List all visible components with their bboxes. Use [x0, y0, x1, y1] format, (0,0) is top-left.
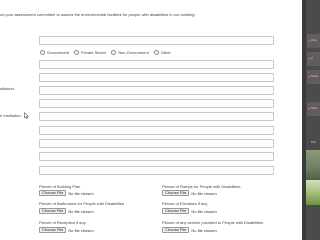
text-input-8[interactable]	[39, 139, 274, 148]
file-input-ramps[interactable]: Choose File No file chosen	[162, 190, 217, 196]
radio-label: Non-Government	[118, 49, 149, 55]
upload-label-building-plan: Picture of Building Plan	[39, 184, 81, 189]
radio-circle[interactable]	[111, 49, 117, 55]
file-input-building-plan[interactable]: Choose File No file chosen	[39, 190, 94, 196]
side-panel-photo[interactable]	[306, 150, 320, 180]
file-status: No file chosen	[68, 208, 94, 214]
file-input-bathrooms[interactable]: Choose File No file chosen	[39, 208, 94, 214]
radio-option-private-sector[interactable]: Private Sector	[74, 49, 107, 55]
status-dot	[308, 58, 310, 60]
text-input-1[interactable]	[39, 36, 274, 45]
choose-file-button[interactable]: Choose File	[162, 190, 190, 196]
text-input-5[interactable]	[39, 99, 274, 108]
side-panel-item-label: Z	[311, 56, 313, 60]
side-panel-photo-2[interactable]	[306, 180, 320, 205]
file-status: No file chosen	[68, 227, 94, 233]
side-panel-caption: Pho	[311, 140, 317, 144]
mouse-cursor-icon	[24, 112, 29, 119]
upload-label-services: Picture of any service provided to Peopl…	[162, 220, 264, 225]
radio-label: Other	[160, 49, 171, 55]
sector-radio-group: Government Private Sector Non-Government…	[40, 49, 176, 55]
text-input-10[interactable]	[39, 166, 274, 175]
file-status: No file chosen	[191, 208, 217, 214]
text-input-2[interactable]	[39, 60, 274, 69]
side-panel-item-label: Zino	[311, 38, 317, 42]
choose-file-button[interactable]: Choose File	[39, 208, 67, 214]
status-dot	[308, 76, 310, 78]
form-page: nd your assessment committee to assess t…	[0, 0, 302, 240]
intro-text: nd your assessment committee to assess t…	[0, 12, 196, 17]
upload-label-ramps: Picture of Ramps for People with Disabil…	[162, 184, 241, 189]
side-panel-item-label: Sobl	[311, 106, 318, 110]
upload-label-reception: Picture of Reception if any	[39, 220, 86, 225]
status-dot	[308, 40, 310, 42]
radio-option-government[interactable]: Government	[40, 49, 70, 55]
file-status: No file chosen	[191, 227, 217, 233]
radio-circle[interactable]	[153, 49, 159, 55]
text-input-9[interactable]	[39, 152, 274, 161]
choose-file-button[interactable]: Choose File	[39, 227, 67, 233]
file-input-elevators[interactable]: Choose File No file chosen	[162, 208, 217, 214]
file-input-reception[interactable]: Choose File No file chosen	[39, 227, 94, 233]
status-dot	[308, 108, 310, 110]
choose-file-button[interactable]: Choose File	[39, 190, 67, 196]
radio-label: Government	[47, 49, 70, 55]
choose-file-button[interactable]: Choose File	[162, 227, 190, 233]
text-input-6[interactable]	[39, 112, 274, 121]
radio-label: Private Sector	[81, 49, 107, 55]
institution-label: stitution:	[0, 86, 15, 91]
file-status: No file chosen	[191, 190, 217, 196]
file-input-services[interactable]: Choose File No file chosen	[162, 227, 217, 233]
text-input-4[interactable]	[39, 86, 274, 95]
side-panel-item-label: Mello	[311, 74, 319, 78]
file-status: No file chosen	[68, 190, 94, 196]
radio-circle[interactable]	[74, 49, 80, 55]
institution-label-2: e Institution:	[0, 113, 22, 118]
text-input-3[interactable]	[39, 73, 274, 82]
text-input-7[interactable]	[39, 126, 274, 135]
choose-file-button[interactable]: Choose File	[162, 208, 190, 214]
upload-label-elevators: Picture of Elevators if any	[162, 201, 208, 206]
upload-label-bathrooms: Picture of Bathrooms for People with Dis…	[39, 201, 125, 206]
radio-option-non-government[interactable]: Non-Government	[111, 49, 149, 55]
radio-circle[interactable]	[40, 49, 45, 55]
radio-option-other[interactable]: Other	[153, 49, 171, 55]
